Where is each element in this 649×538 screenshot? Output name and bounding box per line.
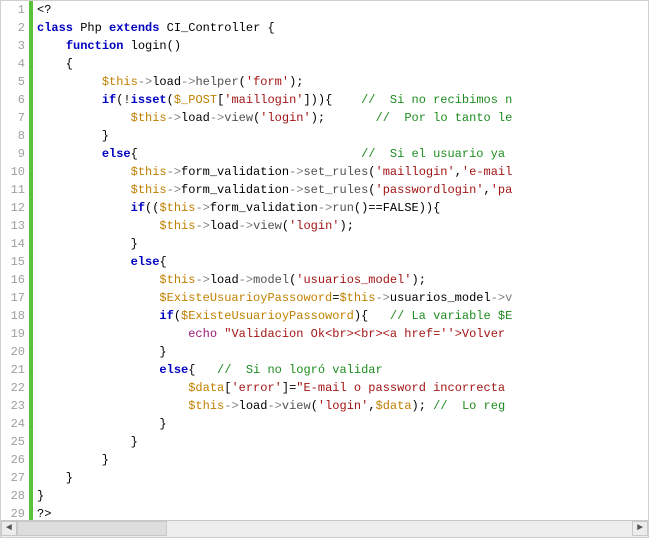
scroll-thumb[interactable] — [17, 521, 167, 536]
line-number: 26 — [1, 451, 25, 469]
line-number: 10 — [1, 163, 25, 181]
line-number: 18 — [1, 307, 25, 325]
code-line: $this->form_validation->set_rules('passw… — [37, 181, 512, 199]
line-number: 23 — [1, 397, 25, 415]
code-line: } — [37, 487, 44, 505]
line-number: 2 — [1, 19, 25, 37]
code-line: } — [37, 235, 138, 253]
code-line: } — [37, 433, 138, 451]
line-number: 16 — [1, 271, 25, 289]
code-line: $data['error']="E-mail o password incorr… — [37, 379, 505, 397]
change-marker — [29, 1, 33, 521]
line-number: 24 — [1, 415, 25, 433]
code-line: } — [37, 415, 167, 433]
code-line: echo "Validacion Ok<br><br><a href=''>Vo… — [37, 325, 505, 343]
code-line: $this->load->view('login',$data); // Lo … — [37, 397, 505, 415]
line-number: 7 — [1, 109, 25, 127]
scroll-left-button[interactable]: ◄ — [1, 521, 17, 536]
line-number-gutter: 1234567891011121314151617181920212223242… — [1, 1, 30, 521]
line-number: 9 — [1, 145, 25, 163]
horizontal-scrollbar[interactable]: ◄ ► — [1, 520, 648, 537]
line-number: 20 — [1, 343, 25, 361]
line-number: 27 — [1, 469, 25, 487]
line-number: 6 — [1, 91, 25, 109]
code-line: if(!isset($_POST['maillogin'])){ // Si n… — [37, 91, 512, 109]
line-number: 1 — [1, 1, 25, 19]
line-number: 3 — [1, 37, 25, 55]
line-number: 28 — [1, 487, 25, 505]
code-line: } — [37, 451, 109, 469]
code-line: function login() — [37, 37, 181, 55]
line-number: 8 — [1, 127, 25, 145]
code-line: class Php extends CI_Controller { — [37, 19, 275, 37]
line-number: 15 — [1, 253, 25, 271]
code-line: else{ — [37, 253, 167, 271]
code-line: else{ // Si no logró validar — [37, 361, 383, 379]
code-line: $this->load->model('usuarios_model'); — [37, 271, 426, 289]
code-line: $this->form_validation->set_rules('maill… — [37, 163, 512, 181]
line-number: 12 — [1, 199, 25, 217]
line-number: 19 — [1, 325, 25, 343]
scroll-right-button[interactable]: ► — [632, 521, 648, 536]
line-number: 25 — [1, 433, 25, 451]
code-line: $ExisteUsuarioyPassoword=$this->usuarios… — [37, 289, 512, 307]
line-number: 17 — [1, 289, 25, 307]
code-line: } — [37, 127, 109, 145]
code-line: } — [37, 469, 73, 487]
code-line: else{ // Si el usuario ya — [37, 145, 505, 163]
line-number: 5 — [1, 73, 25, 91]
editor-viewport: 1234567891011121314151617181920212223242… — [0, 0, 649, 538]
line-number: 11 — [1, 181, 25, 199]
code-area[interactable]: 1234567891011121314151617181920212223242… — [1, 1, 648, 521]
code-line: <? — [37, 1, 51, 19]
code-line: { — [37, 55, 73, 73]
code-line: $this->load->helper('form'); — [37, 73, 304, 91]
line-number: 21 — [1, 361, 25, 379]
line-number: 22 — [1, 379, 25, 397]
code-line: $this->load->view('login'); // Por lo ta… — [37, 109, 512, 127]
line-number: 4 — [1, 55, 25, 73]
line-number: 14 — [1, 235, 25, 253]
code-line: } — [37, 343, 167, 361]
code-line: if($ExisteUsuarioyPassoword){ // La vari… — [37, 307, 512, 325]
code-line: $this->load->view('login'); — [37, 217, 354, 235]
line-number: 13 — [1, 217, 25, 235]
code-line: if(($this->form_validation->run()==FALSE… — [37, 199, 440, 217]
